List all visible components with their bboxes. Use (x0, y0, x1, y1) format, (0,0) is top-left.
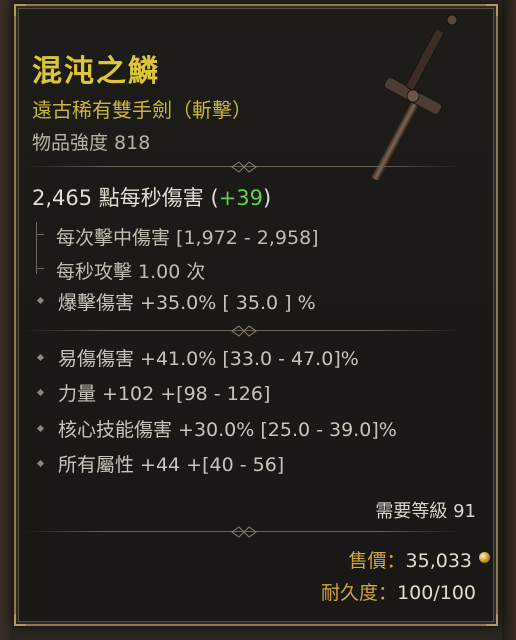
sell-price: 售價：35,033 (349, 546, 473, 573)
stat-tree-line (36, 222, 49, 274)
level-requirement: 需要等級 91 (375, 501, 476, 522)
background-left-edge (0, 0, 14, 640)
dps-bonus-close: ) (263, 186, 272, 210)
attacks-per-second: 每秒攻擊 1.00 次 (56, 261, 206, 283)
affix-line: 力量 +102 +[98 - 126] (58, 383, 271, 405)
durability: 耐久度：100/100 (321, 578, 476, 605)
affix-line: 所有屬性 +44 +[40 - 56] (58, 454, 285, 476)
frame-corner (486, 614, 498, 626)
item-type: 遠古稀有雙手劍（斬擊） (32, 98, 252, 122)
sell-price-value: 35,033 (405, 550, 472, 572)
implicit-affix: 爆擊傷害 +35.0% [ 35.0 ] % (58, 292, 316, 314)
dps-bonus-open: ( (210, 186, 219, 210)
stat-tree-tick (36, 268, 44, 269)
dps-value: 2,465 點每秒傷害 (32, 186, 204, 210)
stat-tree-tick (36, 234, 44, 235)
gold-coin-icon (479, 552, 490, 563)
affix-line: 核心技能傷害 +30.0% [25.0 - 39.0]% (58, 419, 397, 441)
background-right-edge (502, 0, 516, 640)
dps-bonus: +39 (218, 186, 264, 210)
section-divider (24, 324, 460, 338)
durability-label: 耐久度： (321, 582, 398, 604)
frame-corner (486, 4, 498, 16)
durability-value: 100/100 (397, 582, 476, 604)
affix-line: 易傷傷害 +41.0% [33.0 - 47.0]% (58, 348, 359, 370)
sell-price-label: 售價： (348, 550, 406, 572)
section-divider (24, 160, 460, 174)
frame-corner (14, 614, 26, 626)
item-name: 混沌之鱗 (32, 54, 160, 89)
damage-per-hit: 每次擊中傷害 [1,972 - 2,958] (56, 227, 319, 249)
item-power: 物品強度 818 (32, 132, 151, 154)
section-divider (24, 525, 460, 539)
dps-line: 2,465 點每秒傷害 (+39) (32, 182, 271, 212)
sword-icon (371, 14, 458, 180)
frame-corner (14, 4, 26, 16)
